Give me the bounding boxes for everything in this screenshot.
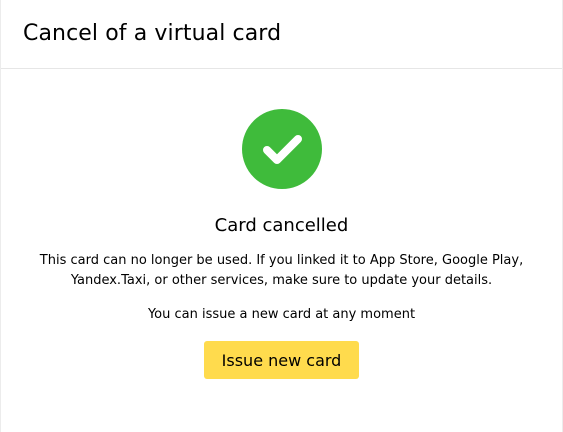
checkmark-icon (262, 135, 302, 164)
dialog-header: Cancel of a virtual card (1, 0, 562, 69)
dialog-body: Card cancelled This card can no longer b… (1, 69, 562, 379)
cancel-card-dialog: Cancel of a virtual card Card cancelled … (0, 0, 563, 432)
status-description: This card can no longer be used. If you … (22, 251, 542, 291)
check-circle-icon (241, 109, 322, 189)
status-heading: Card cancelled (214, 215, 349, 236)
description-line: This card can no longer be used. If you … (39, 253, 524, 268)
reissue-note: You can issue a new card at any moment (147, 307, 416, 322)
description-line: Yandex.Taxi, or other services, make sur… (70, 273, 493, 288)
issue-new-card-button[interactable]: Issue new card (203, 341, 360, 379)
dialog-title: Cancel of a virtual card (23, 20, 282, 46)
